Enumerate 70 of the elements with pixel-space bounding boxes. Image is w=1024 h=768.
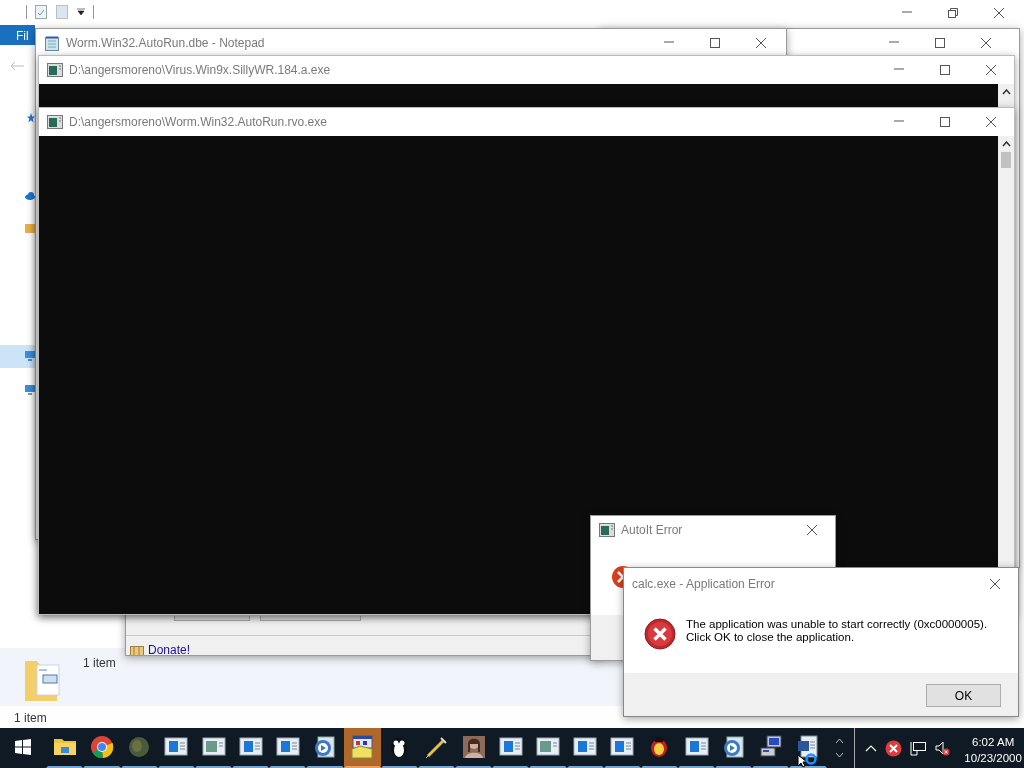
notepad-icon [44, 34, 60, 51]
dropdown-icon [77, 8, 85, 16]
computer-icon [758, 735, 783, 759]
computer-icon [25, 351, 35, 361]
close-icon [755, 36, 767, 49]
close-icon [993, 7, 1005, 19]
item-count: 1 item [83, 655, 116, 672]
donate-link[interactable]: Donate! [148, 641, 191, 655]
close-icon [980, 36, 992, 49]
syringe-icon [424, 735, 449, 759]
maximize-icon [939, 116, 951, 128]
chevron-up-icon[interactable] [865, 744, 878, 752]
portrait-icon [461, 735, 486, 759]
error-icon[interactable] [885, 739, 903, 757]
windows-logo-icon [15, 739, 32, 755]
maximize-icon [934, 36, 946, 49]
window-icon [684, 735, 709, 759]
busy-ring-icon [805, 753, 817, 765]
speaker-muted-icon[interactable] [935, 740, 951, 756]
window-title: D:\angersmoreno\Virus.Win9x.SillyWR.184.a.exe [69, 62, 331, 79]
cloud-icon [25, 192, 35, 200]
scroll-down-icon[interactable] [834, 752, 844, 758]
error-message: The application was unable to start correctly (0xc0000005). Click OK to close the application. [686, 618, 988, 645]
document-check-icon [35, 5, 47, 19]
window-icon [573, 735, 598, 759]
window-icon [275, 735, 300, 759]
file-tab[interactable]: Fil [0, 25, 35, 45]
console-icon [599, 522, 615, 537]
star-icon [27, 113, 35, 123]
console-icon [47, 115, 63, 129]
window-icon [535, 735, 560, 759]
window-title: calc.exe - Application Error [632, 575, 775, 593]
window-icon [238, 735, 263, 759]
back-arrow-icon [10, 61, 24, 71]
window-icon [498, 735, 523, 759]
close-icon [985, 116, 997, 128]
donate-icon [130, 644, 144, 655]
window-title: Worm.Win32.AutoRun.dbe - Notepad [66, 34, 265, 52]
installer-icon [350, 735, 375, 759]
document-icon [56, 5, 68, 19]
window-title: AutoIt Error [621, 521, 683, 539]
error-icon [644, 618, 676, 650]
window-icon [164, 735, 189, 759]
close-icon [989, 577, 1001, 590]
taskbar-button[interactable] [343, 728, 381, 768]
network-icon[interactable] [910, 740, 928, 756]
console-icon [47, 63, 63, 77]
scroll-thumb[interactable] [1001, 152, 1011, 168]
clock[interactable]: 6:02 AM 10/23/2000 [958, 730, 1024, 766]
browser-icon [90, 735, 115, 759]
scroll-up-icon[interactable] [1001, 141, 1011, 147]
window-icon [610, 735, 635, 759]
close-icon [806, 523, 818, 536]
scroll-up-icon[interactable] [1001, 89, 1011, 95]
network-icon [25, 385, 35, 395]
media-player-icon [313, 735, 337, 759]
restore-icon [947, 7, 959, 19]
folder-icon [25, 223, 35, 233]
window-title: D:\angersmoreno\Worm.Win32.AutoRun.rvo.exe [69, 114, 327, 131]
ok-button[interactable]: OK [926, 684, 1001, 707]
close-icon [985, 64, 997, 76]
document-icon [796, 735, 821, 759]
window-icon [201, 735, 226, 759]
globe-icon [127, 735, 152, 759]
media-player-icon [721, 735, 746, 759]
status-text: 1 item [14, 710, 47, 727]
scroll-up-icon[interactable] [834, 738, 844, 744]
maximize-icon [939, 64, 951, 76]
maximize-icon [709, 36, 721, 49]
cursor-icon [797, 754, 807, 768]
